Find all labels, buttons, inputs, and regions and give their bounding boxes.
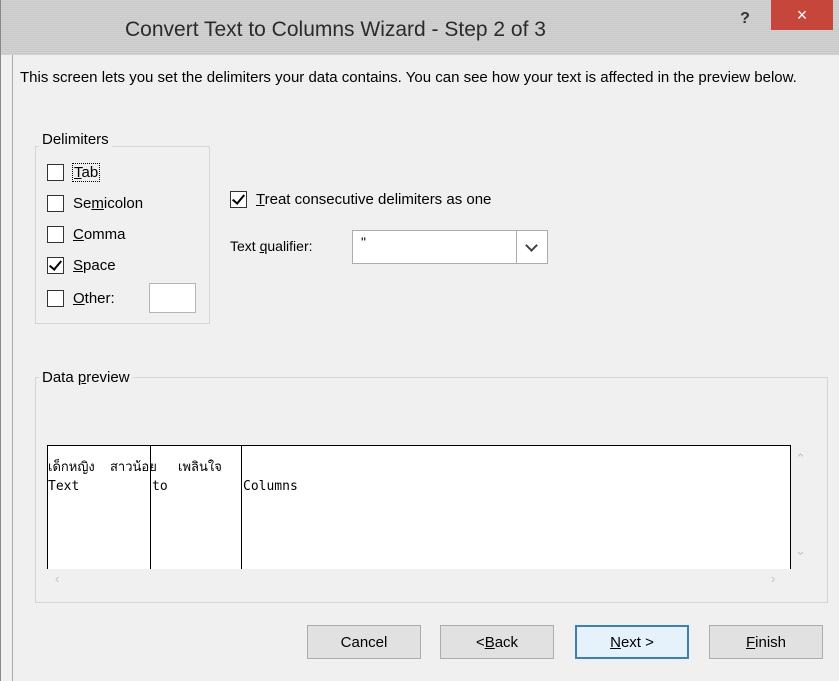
data-preview-label: Data preview (39, 369, 133, 386)
title-bar[interactable]: Convert Text to Columns Wizard - Step 2 … (1, 0, 839, 55)
text-qualifier-value: " (361, 234, 366, 250)
data-preview-table[interactable]: เด็กหญิง สาวน้อย เพลินใจ Text to Columns (47, 445, 791, 569)
comma-checkbox[interactable]: Comma (47, 223, 126, 245)
space-checkbox[interactable]: Space (47, 254, 116, 276)
column-divider[interactable] (241, 446, 242, 569)
other-delimiter-input[interactable] (149, 283, 196, 313)
scroll-up-icon[interactable]: ⌃ (795, 451, 806, 467)
other-checkbox-box[interactable] (47, 289, 64, 307)
preview-cell: Columns (243, 479, 298, 494)
back-button[interactable]: < Back (440, 625, 554, 659)
semicolon-checkbox-box[interactable] (47, 194, 64, 212)
vertical-scrollbar[interactable]: ⌃ ⌄ (791, 445, 811, 569)
comma-label: Comma (73, 225, 126, 243)
other-label: Other: (73, 289, 115, 307)
close-button[interactable]: × (771, 0, 833, 30)
preview-cell: Text (48, 479, 80, 494)
delimiters-group-label: Delimiters (39, 131, 112, 148)
cancel-button[interactable]: Cancel (307, 625, 421, 659)
scroll-down-icon[interactable]: ⌄ (795, 543, 806, 559)
tab-checkbox[interactable]: Tab (47, 161, 101, 183)
consecutive-label: Treat consecutive delimiters as one (256, 190, 492, 208)
next-button[interactable]: Next > (575, 625, 689, 659)
chevron-down-icon[interactable] (516, 231, 547, 263)
preview-cell: สาวน้อย (110, 460, 157, 475)
scroll-left-icon[interactable]: ‹ (55, 571, 59, 586)
other-checkbox[interactable]: Other: (47, 287, 115, 309)
consecutive-delimiters-checkbox[interactable]: Treat consecutive delimiters as one (230, 188, 491, 210)
close-icon: × (796, 5, 808, 25)
wizard-dialog: Convert Text to Columns Wizard - Step 2 … (0, 0, 839, 681)
comma-checkbox-box[interactable] (47, 225, 64, 243)
scroll-right-icon[interactable]: › (771, 571, 775, 586)
semicolon-checkbox[interactable]: Semicolon (47, 192, 143, 214)
tab-checkbox-box[interactable] (47, 163, 64, 181)
space-label: Space (73, 256, 116, 274)
finish-button[interactable]: Finish (709, 625, 823, 659)
preview-cell: เพลินใจ (178, 460, 222, 475)
description-text: This screen lets you set the delimiters … (20, 69, 797, 86)
help-button[interactable]: ? (729, 8, 761, 30)
semicolon-label: Semicolon (73, 194, 144, 212)
preview-cell: เด็กหญิง (48, 460, 95, 475)
space-checkbox-box[interactable] (47, 256, 64, 274)
preview-cell: to (152, 479, 168, 494)
consecutive-checkbox-box[interactable] (230, 190, 247, 208)
dialog-title: Convert Text to Columns Wizard - Step 2 … (125, 18, 546, 41)
text-qualifier-label: Text qualifier: (230, 238, 313, 254)
text-qualifier-select[interactable]: " (352, 230, 548, 264)
horizontal-scrollbar[interactable]: ‹ › (47, 569, 791, 589)
tab-label: Tab (71, 162, 101, 182)
